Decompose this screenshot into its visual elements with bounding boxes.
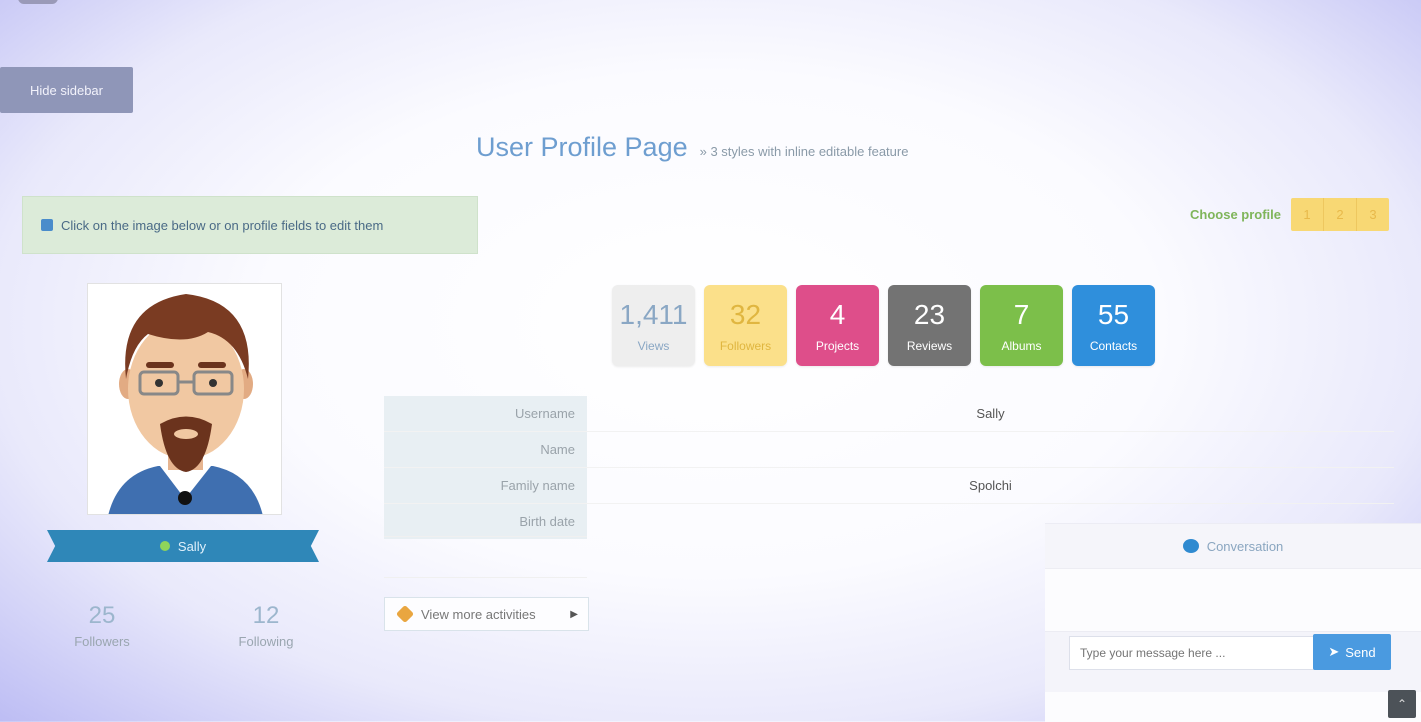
- page-title: User Profile Page: [476, 132, 688, 162]
- app-logo-icon: [18, 0, 58, 4]
- stat-label: Contacts: [1089, 338, 1138, 353]
- profile-button-group: 1 2 3: [1291, 198, 1390, 231]
- following-label: Following: [238, 634, 294, 649]
- scroll-to-top-button[interactable]: ⌃: [1388, 690, 1416, 718]
- stat-followers[interactable]: 32 Followers: [704, 285, 787, 366]
- stat-label: Reviews: [906, 338, 953, 353]
- profile-field-value[interactable]: Sally: [587, 396, 1394, 431]
- profile-2-button[interactable]: 2: [1324, 198, 1358, 231]
- message-input[interactable]: [1069, 636, 1323, 670]
- conversation-panel: Conversation ➤ Send: [1045, 523, 1421, 722]
- profile-field-row: Family name Spolchi: [384, 467, 1394, 503]
- username-ribbon-label: Sally: [177, 538, 207, 554]
- conversation-messages: [1045, 569, 1421, 632]
- pointer-icon: [41, 219, 53, 231]
- stat-value: 7: [1013, 298, 1030, 330]
- profile-field-label: Family name: [384, 468, 587, 503]
- profile-info-divider: [384, 536, 587, 578]
- stat-value: 23: [913, 298, 946, 330]
- send-button[interactable]: ➤ Send: [1313, 634, 1391, 670]
- profile-field-value[interactable]: [587, 432, 1394, 467]
- followers-label: Followers: [74, 634, 130, 649]
- choose-profile-label: Choose profile: [1190, 207, 1282, 222]
- profile-info-table: Username Sally Name Family name Spolchi …: [384, 396, 1394, 539]
- avatar[interactable]: [87, 283, 282, 515]
- arrow-right-icon: ▶: [570, 608, 578, 620]
- profile-stats: 1,411 Views 32 Followers 4 Projects 23 R…: [612, 285, 1155, 366]
- profile-field-label: Username: [384, 396, 587, 431]
- comment-icon: [1182, 539, 1199, 553]
- stat-label: Albums: [1001, 338, 1042, 353]
- stat-value: 55: [1097, 298, 1130, 330]
- page-subtitle: » 3 styles with inline editable feature: [699, 144, 909, 159]
- send-button-label: Send: [1345, 644, 1376, 660]
- stat-label: Projects: [815, 338, 860, 353]
- stat-label: Followers: [719, 338, 772, 353]
- conversation-title: Conversation: [1206, 538, 1284, 554]
- profile-1-button[interactable]: 1: [1291, 198, 1325, 231]
- stat-label: Views: [637, 338, 670, 353]
- username-ribbon: Sally: [47, 530, 319, 562]
- conversation-header: Conversation: [1045, 524, 1421, 569]
- profile-3-button[interactable]: 3: [1357, 198, 1389, 231]
- view-more-activities-button[interactable]: View more activities ▶: [384, 597, 589, 631]
- followers-count: 25: [88, 602, 116, 629]
- info-alert: Click on the image below or on profile f…: [22, 196, 478, 254]
- stat-value: 32: [729, 298, 762, 330]
- online-status-icon: [159, 541, 170, 551]
- stat-value: 1,411: [619, 298, 688, 330]
- avatar-portrait-icon: [88, 284, 281, 514]
- chevron-up-icon: ⌃: [1396, 697, 1408, 711]
- following-count-block[interactable]: 12 Following: [206, 602, 326, 649]
- stat-reviews[interactable]: 23 Reviews: [888, 285, 971, 366]
- info-alert-text: Click on the image below or on profile f…: [61, 217, 384, 233]
- send-icon: ➤: [1328, 644, 1340, 659]
- rocket-icon: [395, 604, 415, 624]
- profile-field-label: Name: [384, 432, 587, 467]
- profile-field-label: Birth date: [384, 504, 587, 539]
- profile-field-row: Name: [384, 431, 1394, 467]
- choose-profile: Choose profile 1 2 3: [1190, 198, 1390, 231]
- stat-albums[interactable]: 7 Albums: [980, 285, 1063, 366]
- followers-count-block[interactable]: 25 Followers: [42, 602, 162, 649]
- stat-value: 4: [829, 298, 846, 330]
- stat-contacts[interactable]: 55 Contacts: [1072, 285, 1155, 366]
- stat-views[interactable]: 1,411 Views: [612, 285, 695, 366]
- hide-sidebar-button[interactable]: Hide sidebar: [0, 67, 133, 113]
- page-header: User Profile Page » 3 styles with inline…: [476, 132, 908, 163]
- following-count: 12: [252, 602, 280, 629]
- profile-field-row: Username Sally: [384, 396, 1394, 431]
- stat-projects[interactable]: 4 Projects: [796, 285, 879, 366]
- view-more-activities-label: View more activities: [421, 606, 536, 622]
- profile-field-value[interactable]: Spolchi: [587, 468, 1394, 503]
